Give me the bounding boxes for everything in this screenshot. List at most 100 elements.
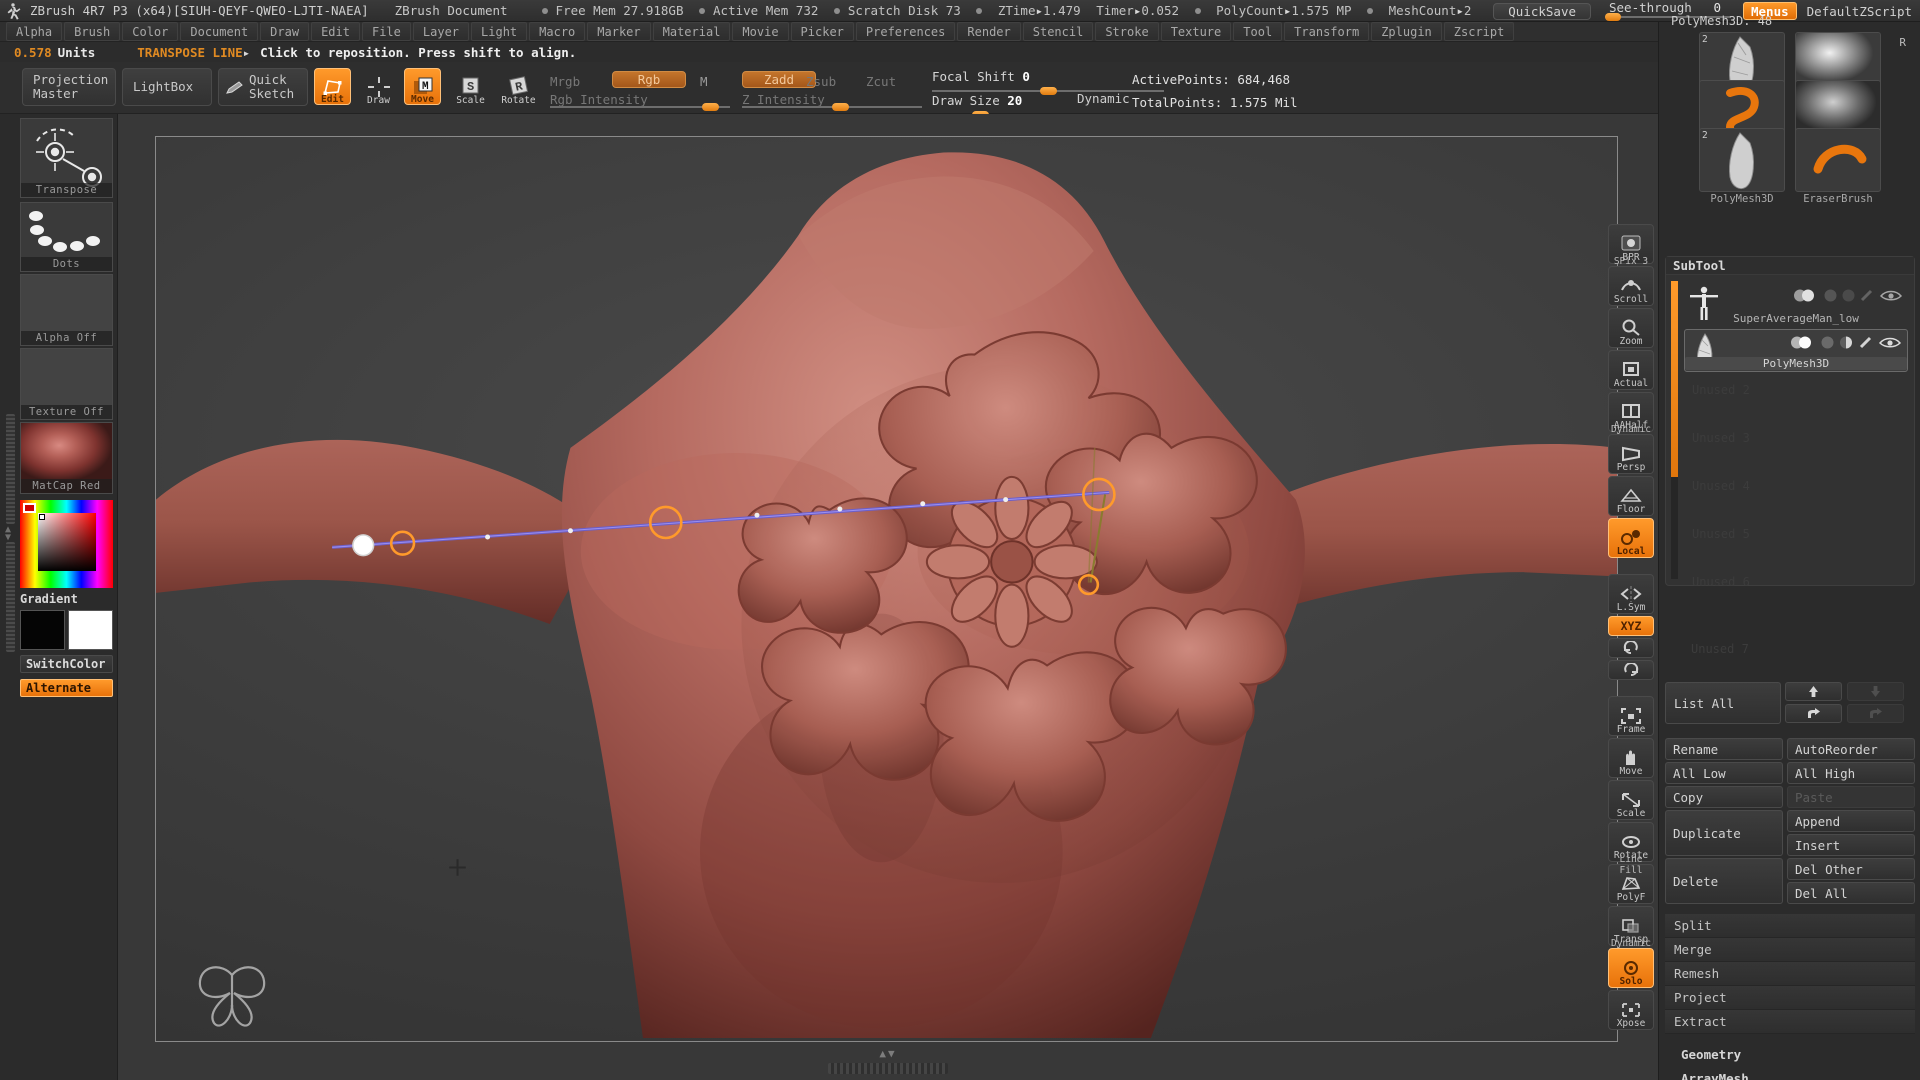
- list-all-button[interactable]: List All: [1665, 682, 1781, 724]
- menu-item-movie[interactable]: Movie: [732, 22, 789, 41]
- polyf-button[interactable]: Line Fill PolyF: [1608, 854, 1654, 904]
- duplicate-button[interactable]: Duplicate: [1665, 810, 1783, 856]
- persp-button[interactable]: Dynamic Persp: [1608, 424, 1654, 474]
- rgb-button[interactable]: Rgb: [612, 71, 686, 88]
- menu-item-tool[interactable]: Tool: [1233, 22, 1283, 41]
- actual-button[interactable]: Actual: [1608, 350, 1654, 390]
- delete-button[interactable]: Delete: [1665, 858, 1783, 904]
- menu-item-transform[interactable]: Transform: [1284, 22, 1370, 41]
- rotate-ccw-button[interactable]: [1608, 638, 1654, 658]
- xpose-button[interactable]: Xpose: [1608, 990, 1654, 1030]
- tool-thumb-polymesh3d-2[interactable]: 2 PolyMesh3D: [1699, 128, 1785, 205]
- lightbox-button[interactable]: LightBox: [122, 68, 212, 106]
- menu-item-stroke[interactable]: Stroke: [1095, 22, 1159, 41]
- subtool-outdent-button[interactable]: [1847, 704, 1904, 723]
- floor-button[interactable]: Floor: [1608, 476, 1654, 516]
- rename-button[interactable]: Rename: [1665, 738, 1783, 760]
- subtool-scrollbar-thumb[interactable]: [1671, 281, 1678, 477]
- zsub-button[interactable]: Zsub: [806, 74, 836, 89]
- menu-item-texture[interactable]: Texture: [1160, 22, 1232, 41]
- menu-item-brush[interactable]: Brush: [64, 22, 121, 41]
- solo-button[interactable]: Dynamic Solo: [1608, 938, 1654, 988]
- menu-item-draw[interactable]: Draw: [260, 22, 310, 41]
- merge-row[interactable]: Merge: [1665, 938, 1915, 962]
- projection-master-button[interactable]: Projection Master: [22, 68, 116, 106]
- menu-item-picker[interactable]: Picker: [790, 22, 854, 41]
- edit-button[interactable]: Edit: [314, 68, 351, 105]
- document-canvas[interactable]: [155, 136, 1618, 1042]
- menu-item-file[interactable]: File: [361, 22, 411, 41]
- paste-button[interactable]: Paste: [1787, 786, 1915, 808]
- menu-item-edit[interactable]: Edit: [311, 22, 360, 41]
- subtool-brush-icon[interactable]: [1860, 289, 1875, 302]
- rotate-button[interactable]: R Rotate: [500, 68, 537, 106]
- local-button[interactable]: Local: [1608, 518, 1654, 558]
- menu-item-macro[interactable]: Macro: [529, 22, 586, 41]
- switch-color-button[interactable]: SwitchColor: [20, 655, 113, 673]
- tool-thumb-eraserbrush[interactable]: EraserBrush: [1795, 128, 1881, 205]
- subtool-brush-icon[interactable]: [1859, 336, 1874, 349]
- current-brush-thumb[interactable]: Transpose: [20, 118, 113, 198]
- menu-item-light[interactable]: Light: [471, 22, 528, 41]
- subtool-move-down-button[interactable]: [1847, 682, 1904, 701]
- menu-item-color[interactable]: Color: [122, 22, 179, 41]
- subtool-eye-icon[interactable]: [1880, 289, 1902, 302]
- slider-knob[interactable]: [1040, 87, 1057, 95]
- subtool-row-superaverageman[interactable]: SuperAverageMan_low: [1684, 283, 1908, 326]
- canvas-area[interactable]: ▲▼ BPR SPix 3 Scroll Zoom Actual AAHalf …: [118, 114, 1658, 1080]
- menu-item-marker[interactable]: Marker: [587, 22, 651, 41]
- subtool-eye-toggle-icon[interactable]: [1793, 289, 1819, 302]
- menu-item-stencil[interactable]: Stencil: [1022, 22, 1094, 41]
- subtool-split-icon[interactable]: [1842, 289, 1855, 302]
- subtool-visibility-toggles[interactable]: [1790, 336, 1901, 349]
- slider-knob[interactable]: [832, 103, 849, 111]
- scale-button[interactable]: S Scale: [452, 68, 489, 106]
- canvas-bottom-grip[interactable]: [828, 1063, 948, 1074]
- subtool-move-up-button[interactable]: [1785, 682, 1842, 701]
- material-thumb[interactable]: MatCap Red Wax: [20, 422, 113, 494]
- zcut-button[interactable]: Zcut: [866, 74, 896, 89]
- remesh-row[interactable]: Remesh: [1665, 962, 1915, 986]
- frame-button[interactable]: Frame: [1608, 696, 1654, 736]
- project-row[interactable]: Project: [1665, 986, 1915, 1010]
- xyz-button[interactable]: XYZ: [1608, 616, 1654, 636]
- insert-button[interactable]: Insert: [1787, 834, 1915, 856]
- quicksave-button[interactable]: QuickSave: [1493, 2, 1591, 20]
- autoreorder-button[interactable]: AutoReorder: [1787, 738, 1915, 760]
- menu-item-zplugin[interactable]: Zplugin: [1371, 22, 1442, 41]
- scale-rail-button[interactable]: Scale: [1608, 780, 1654, 820]
- menu-item-document[interactable]: Document: [180, 22, 259, 41]
- quick-sketch-button[interactable]: Quick Sketch: [218, 68, 308, 106]
- menu-item-preferences[interactable]: Preferences: [855, 22, 956, 41]
- subtool-row-polymesh3d[interactable]: PolyMesh3D: [1684, 329, 1908, 372]
- subtool-indent-button[interactable]: [1785, 704, 1842, 723]
- extract-row[interactable]: Extract: [1665, 1010, 1915, 1034]
- zadd-button[interactable]: Zadd: [742, 71, 816, 88]
- lsym-button[interactable]: L.Sym: [1608, 574, 1654, 614]
- shelf-scroll-arrows[interactable]: ▲ ▼: [5, 525, 11, 543]
- menu-item-zscript[interactable]: Zscript: [1443, 22, 1515, 41]
- subtool-scrollbar[interactable]: [1671, 281, 1678, 579]
- geometry-section[interactable]: Geometry: [1665, 1042, 1915, 1066]
- dynamic-toggle[interactable]: Dynamic: [1077, 91, 1130, 106]
- menu-item-alpha[interactable]: Alpha: [6, 22, 63, 41]
- all-high-button[interactable]: All High: [1787, 762, 1915, 784]
- m-button[interactable]: M: [700, 74, 708, 89]
- secondary-color-swatch[interactable]: [68, 610, 113, 650]
- shelf-grip-upper[interactable]: [6, 414, 15, 524]
- color-swatches[interactable]: [20, 610, 113, 650]
- subtool-split-icon[interactable]: [1839, 336, 1854, 349]
- mrgb-button[interactable]: Mrgb: [550, 74, 580, 89]
- del-other-button[interactable]: Del Other: [1787, 858, 1915, 880]
- append-button[interactable]: Append: [1787, 810, 1915, 832]
- canvas-scroll-arrows[interactable]: ▲▼: [879, 1047, 896, 1060]
- color-picker[interactable]: [20, 500, 113, 588]
- draw-button[interactable]: Draw: [360, 68, 397, 106]
- menu-item-render[interactable]: Render: [957, 22, 1021, 41]
- subtool-eye-toggle-icon[interactable]: [1790, 336, 1816, 349]
- texture-thumb[interactable]: Texture Off: [20, 348, 113, 420]
- shelf-grip-lower[interactable]: [6, 542, 15, 652]
- scroll-button[interactable]: SPix 3 Scroll: [1608, 256, 1654, 306]
- move-button[interactable]: M Move: [404, 68, 441, 105]
- rotate-cw-button[interactable]: [1608, 660, 1654, 680]
